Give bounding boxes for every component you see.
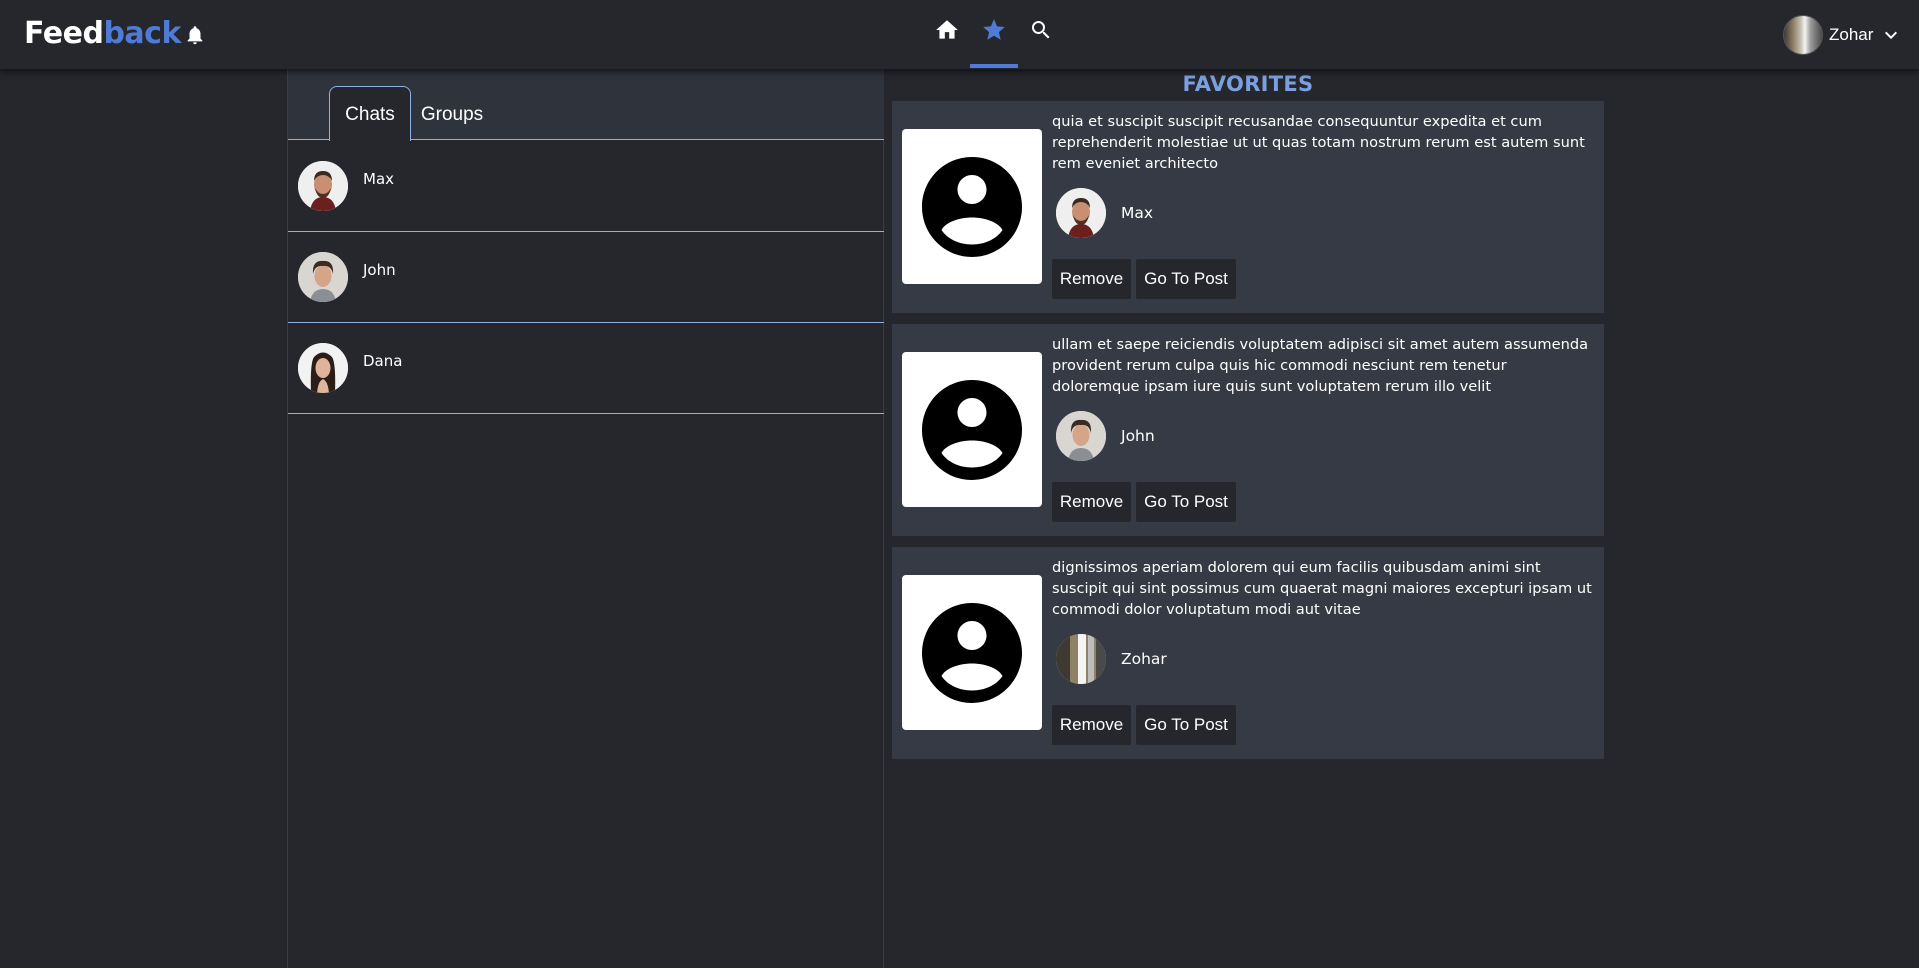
tab-groups[interactable]: Groups [412,86,492,141]
account-circle-icon [922,379,1022,480]
post-author-name: Zohar [1121,650,1167,668]
sidebar-tabs: Chats Groups [288,69,884,141]
post-author[interactable]: John [1056,411,1155,461]
tab-chats[interactable]: Chats [329,86,411,141]
logo-text-back: back [103,16,181,51]
post-author[interactable]: Max [1056,188,1153,238]
chat-sidebar: Chats Groups Max John Dana [287,69,884,968]
app-logo[interactable]: Feedback [24,14,181,54]
account-circle-icon [922,602,1022,703]
post-text: ullam et saepe reiciendis voluptatem adi… [1052,336,1589,395]
chat-item-name: Dana [363,352,403,370]
post-image [902,129,1042,284]
post-text: quia et suscipit suscipit recusandae con… [1052,113,1585,172]
chat-item-john[interactable]: John [288,232,884,323]
bell-icon[interactable] [184,24,206,46]
remove-button[interactable]: Remove [1052,482,1131,522]
post-image [902,352,1042,507]
post-author[interactable]: Zohar [1056,634,1167,684]
remove-button[interactable]: Remove [1052,705,1131,745]
favorite-post-card: dignissimos aperiam dolorem qui eum faci… [892,547,1604,759]
home-icon[interactable] [933,16,961,44]
go-to-post-button[interactable]: Go To Post [1136,705,1236,745]
account-circle-icon [922,156,1022,257]
post-author-name: John [1121,427,1155,445]
chat-item-name: Max [363,170,395,188]
avatar [298,161,348,211]
post-text: dignissimos aperiam dolorem qui eum faci… [1052,559,1592,618]
search-icon[interactable] [1027,16,1055,44]
star-icon[interactable] [980,16,1008,44]
user-menu[interactable]: Zohar [1783,14,1899,56]
avatar [1783,15,1823,55]
avatar [298,252,348,302]
avatar [298,343,348,393]
favorite-post-card: quia et suscipit suscipit recusandae con… [892,101,1604,313]
avatar [1056,188,1106,238]
chat-item-name: John [363,261,396,279]
page-title: FAVORITES [1182,72,1314,96]
favorite-post-card: ullam et saepe reiciendis voluptatem adi… [892,324,1604,536]
top-bar: Feedback Zohar [0,0,1919,69]
post-image [902,575,1042,730]
go-to-post-button[interactable]: Go To Post [1136,482,1236,522]
chat-item-max[interactable]: Max [288,141,884,232]
active-nav-indicator [970,64,1018,68]
logo-text-feed: Feed [24,16,104,51]
chevron-down-icon[interactable] [1883,27,1899,43]
avatar [1056,411,1106,461]
user-name: Zohar [1829,25,1874,44]
chat-item-dana[interactable]: Dana [288,323,884,414]
avatar [1056,634,1106,684]
go-to-post-button[interactable]: Go To Post [1136,259,1236,299]
post-author-name: Max [1121,204,1154,222]
remove-button[interactable]: Remove [1052,259,1131,299]
